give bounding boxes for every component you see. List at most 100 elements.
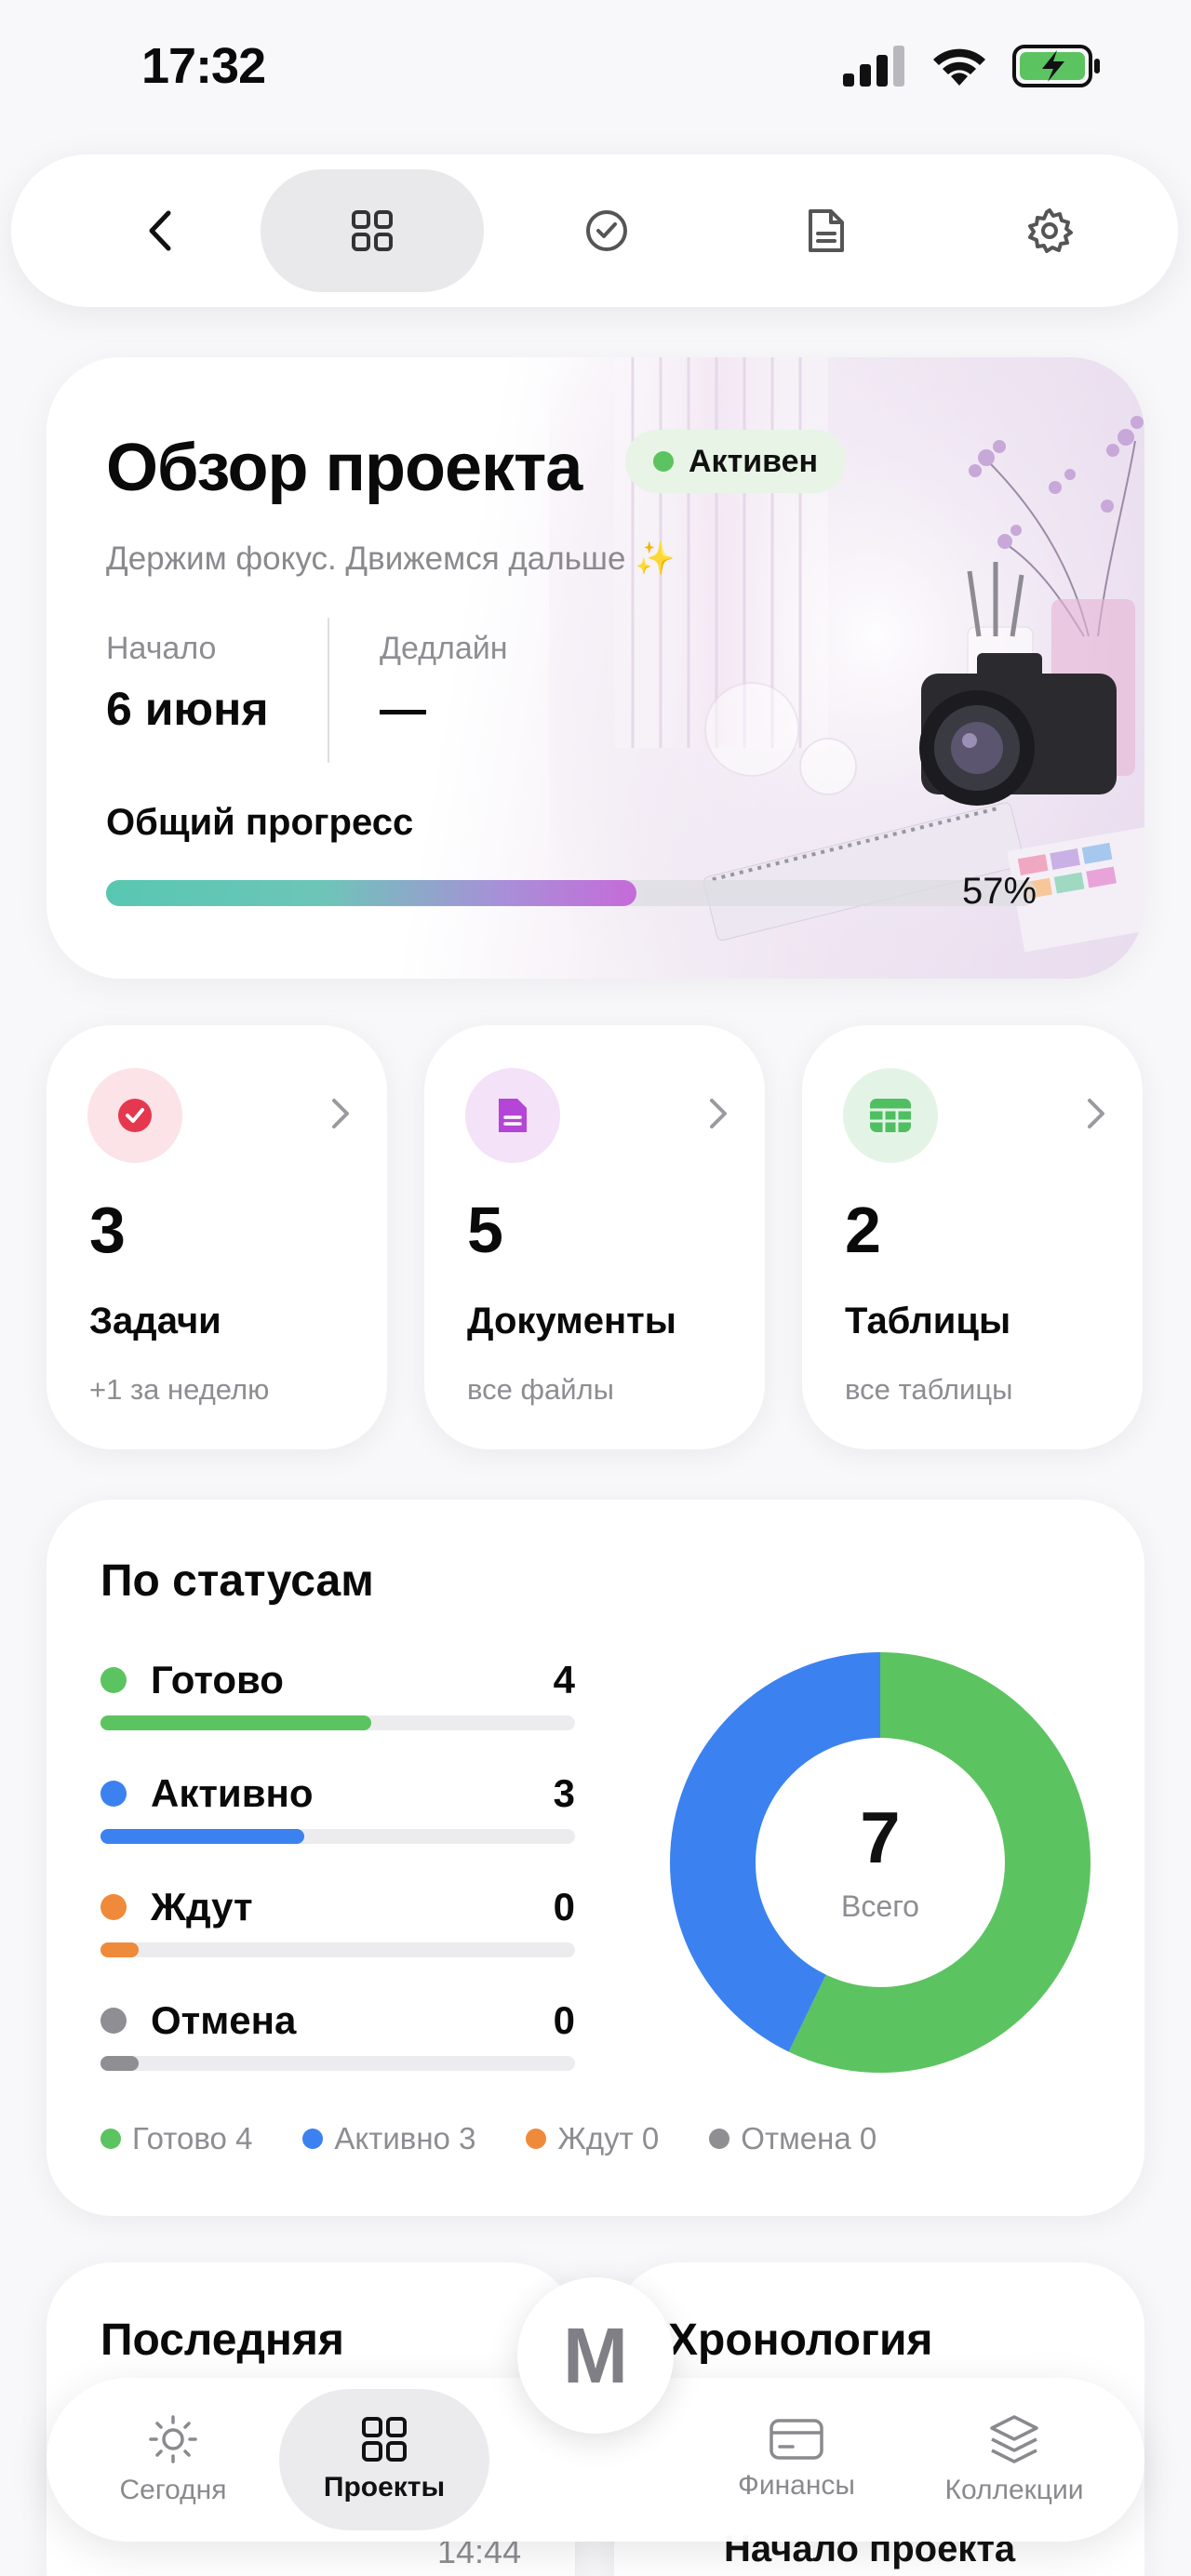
tab-projects-label: Проекты [323,2472,446,2503]
active-dot-icon [100,1781,127,1807]
cancelled-dot-icon [100,2008,127,2034]
deadline: Дедлайн — [380,631,508,736]
status-row-label: Активно [151,1771,314,1815]
check-circle-icon [118,1099,152,1132]
deadline-label: Дедлайн [380,631,508,666]
donut-total-label: Всего [841,1889,919,1923]
tab-today[interactable]: Сегодня [89,2378,257,2542]
grid-icon [352,210,393,251]
active-dot-icon [302,2129,324,2149]
status-row-count: 0 [553,1998,575,2042]
cancelled-dot-icon [709,2129,730,2149]
status-dot-icon [653,451,674,472]
deadline-value: — [380,683,426,735]
tab-overview[interactable] [261,169,484,292]
tasks-sub: +1 за неделю [89,1373,270,1406]
start-date-label: Начало [106,631,217,666]
status-row-bar [100,1715,372,1730]
project-overview-card: Обзор проекта Активен Держим фокус. Движ… [47,357,1144,979]
tab-settings[interactable] [975,169,1124,292]
donut-total: 7 [860,1796,900,1878]
status-breakdown-card: По статусам Готово 4 Активно 3 Ждут 0 От… [47,1500,1144,2216]
tab-tasks[interactable] [532,169,681,292]
cellular-signal-icon [843,46,904,87]
tab-today-label: Сегодня [119,2475,227,2505]
legend-item-active: Активно 3 [302,2121,475,2156]
status-row-bar [100,2056,139,2071]
status-icons [843,45,1102,87]
start-date: Начало 6 июня [106,631,269,736]
tasks-icon-circle [87,1068,182,1163]
tab-finance-label: Финансы [738,2470,855,2501]
tab-collections-label: Коллекции [944,2475,1084,2505]
status-row-bar [100,1829,304,1844]
status-row-label: Ждут [151,1885,253,1929]
status-badge-label: Активен [689,443,819,479]
status-row-bar [100,1942,139,1957]
documents-icon-circle [465,1068,560,1163]
status-row-label: Отмена [151,1998,297,2042]
tab-collections[interactable]: Коллекции [921,2378,1107,2542]
tables-count: 2 [845,1194,881,1266]
date-divider [328,618,329,763]
done-dot-icon [100,2129,121,2149]
tasks-card[interactable]: 3 Задачи +1 за неделю [47,1025,387,1449]
tasks-count: 3 [89,1194,126,1266]
done-dot-icon [100,1667,127,1693]
legend-label: Ждут 0 [557,2121,660,2156]
card-icon [769,2419,823,2460]
wifi-icon [933,48,985,86]
tables-sub: все таблицы [845,1373,1013,1406]
gear-icon [1028,208,1073,253]
tab-documents[interactable] [752,169,901,292]
tables-icon-circle [843,1068,938,1163]
legend-label: Готово 4 [132,2121,253,2156]
progress-percent: 57% [962,871,1037,912]
project-subtitle: Держим фокус. Движемся дальше ✨ [106,541,676,577]
chevron-right-icon [332,1099,349,1128]
legend-item-cancelled: Отмена 0 [709,2121,877,2156]
page-title: Обзор проекта [106,431,582,505]
table-icon [870,1099,911,1132]
documents-count: 5 [467,1194,503,1266]
layers-icon [990,2415,1038,2463]
back-button[interactable] [104,169,216,292]
legend-item-waiting: Ждут 0 [526,2121,659,2156]
tab-finance[interactable]: Финансы [703,2378,890,2542]
tables-card[interactable]: 2 Таблицы все таблицы [802,1025,1143,1449]
documents-card[interactable]: 5 Документы все файлы [424,1025,765,1449]
battery-charging-icon [1012,45,1100,87]
legend-label: Активно 3 [334,2121,476,2156]
tab-projects[interactable]: Проекты [279,2389,489,2530]
status-time: 17:32 [141,38,266,94]
waiting-dot-icon [100,1894,127,1920]
status-row-label: Готово [151,1658,284,1702]
tables-label: Таблицы [845,1301,1011,1341]
chevron-left-icon [149,210,171,251]
sun-icon [149,2415,197,2463]
status-row-count: 4 [553,1658,575,1702]
waiting-dot-icon [526,2129,547,2149]
status-legend: Готово 4 Активно 3 Ждут 0 Отмена 0 [100,2121,877,2156]
documents-sub: все файлы [467,1373,614,1406]
status-breakdown-title: По статусам [100,1556,374,1606]
document-icon [809,209,844,252]
progress-bar [106,880,1037,906]
legend-item-done: Готово 4 [100,2121,252,2156]
chevron-right-icon [1088,1099,1104,1128]
document-icon [499,1099,527,1132]
timeline-card-title: Хронология [668,2316,933,2365]
main-action-button[interactable]: M [517,2277,674,2434]
check-circle-icon [586,210,627,251]
status-row-count: 3 [553,1771,575,1815]
documents-label: Документы [467,1301,676,1341]
legend-label: Отмена 0 [741,2121,877,2156]
recent-card-title: Последняя [100,2316,344,2365]
grid-icon [362,2417,407,2462]
top-navigation [11,154,1178,307]
status-row-count: 0 [553,1885,575,1929]
chevron-right-icon [710,1099,727,1128]
progress-bar-fill [106,880,636,906]
progress-label: Общий прогресс [106,802,414,843]
start-date-value: 6 июня [106,683,269,735]
